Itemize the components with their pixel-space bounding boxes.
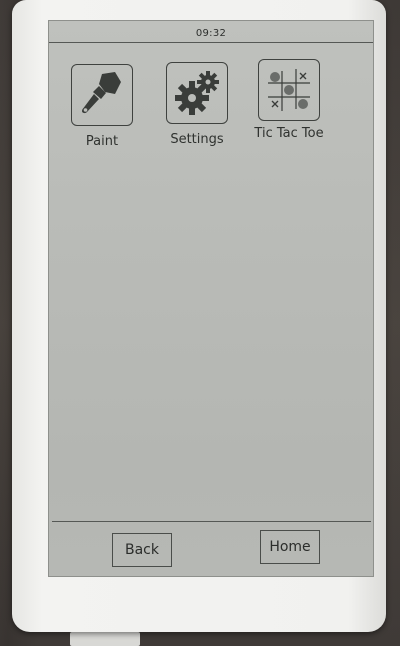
status-bar: 09:32 xyxy=(49,21,373,43)
status-time: 09:32 xyxy=(195,28,227,39)
app-tic-tac-toe[interactable]: Tic Tac Toe xyxy=(244,59,334,141)
e-ink-device: 09:32 Paint Settings Tic Tac Toe Back Ho… xyxy=(12,0,386,632)
gears-icon xyxy=(175,71,219,115)
paintbrush-icon xyxy=(82,72,121,114)
settings-app-label: Settings xyxy=(170,132,224,147)
settings-app-tile[interactable] xyxy=(166,62,228,124)
app-paint[interactable]: Paint xyxy=(57,64,147,149)
back-button[interactable]: Back xyxy=(112,533,172,567)
tic-tac-toe-icon xyxy=(268,69,310,111)
paint-app-label: Paint xyxy=(85,134,119,149)
bottom-nav-bar: Back Home xyxy=(52,521,371,572)
tic-tac-toe-app-label: Tic Tac Toe xyxy=(254,126,324,141)
paint-app-tile[interactable] xyxy=(71,64,133,126)
display-screen: 09:32 Paint Settings Tic Tac Toe Back Ho… xyxy=(48,20,374,577)
tic-tac-toe-app-tile[interactable] xyxy=(258,59,320,121)
usb-cable xyxy=(70,632,140,646)
app-settings[interactable]: Settings xyxy=(152,62,242,147)
home-button[interactable]: Home xyxy=(260,530,320,564)
